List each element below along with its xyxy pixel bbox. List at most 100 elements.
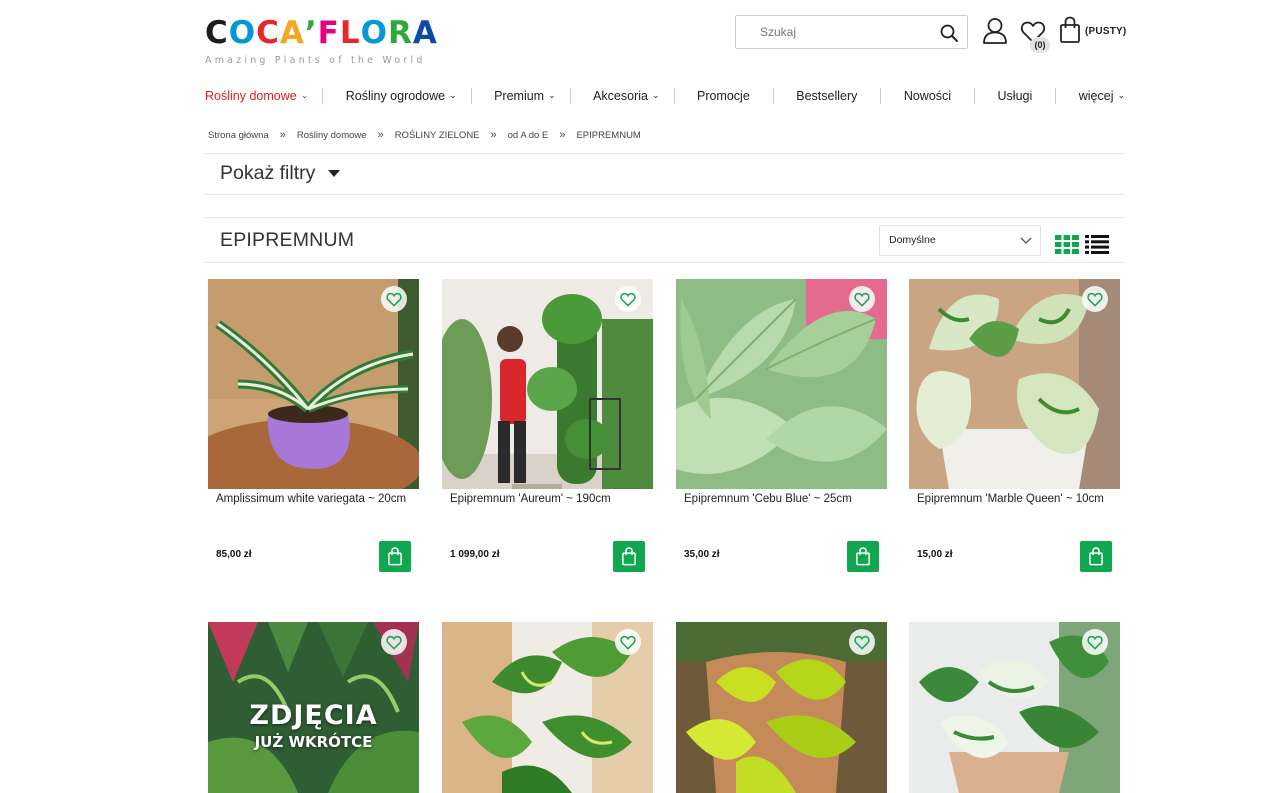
logo-letter: L (339, 15, 361, 51)
breadcrumb-separator: » (279, 129, 286, 141)
heart-icon (854, 292, 870, 307)
product-name[interactable]: Epipremnum 'Aureum' ~ 190cm (450, 493, 611, 505)
logo-letter: R (387, 15, 413, 51)
show-filters-toggle[interactable]: Pokaż filtry (220, 162, 341, 185)
heart-icon (854, 635, 870, 650)
add-to-wishlist-button[interactable] (381, 286, 407, 312)
grid-view-icon[interactable] (1055, 235, 1079, 254)
product-name[interactable]: Epipremnum 'Marble Queen' ~ 10cm (917, 493, 1104, 505)
breadcrumb-link[interactable]: Strona główna (208, 130, 269, 141)
sort-select-value: Domyślne (889, 234, 936, 246)
logo-letter: C (256, 15, 280, 51)
list-view-icon[interactable] (1085, 235, 1109, 254)
nav-item-rosliny-domowe[interactable]: Rośliny domowe ⌄ (205, 89, 308, 103)
user-account-icon[interactable] (982, 17, 1008, 45)
nav-item-label: Usługi (997, 89, 1033, 103)
divider (205, 262, 1125, 263)
product-price: 85,00 zł (216, 549, 252, 560)
search-box (735, 15, 968, 49)
nav-item-premium[interactable]: Premium ⌄ (494, 89, 556, 103)
add-to-wishlist-button[interactable] (849, 286, 875, 312)
wishlist-count-badge: (0) (1030, 37, 1050, 53)
nav-item-akcesoria[interactable]: Akcesoria ⌄ (593, 89, 659, 103)
product-name[interactable]: Epipremnum 'Cebu Blue' ~ 25cm (684, 493, 852, 505)
nav-item-wiecej[interactable]: więcej ⌄ (1079, 89, 1125, 103)
cart-bag-icon (622, 547, 636, 566)
breadcrumb-separator: » (490, 129, 497, 141)
chevron-down-icon: ⌄ (548, 89, 556, 100)
logo-letter: ’ (304, 15, 318, 51)
logo-letter: C (205, 15, 229, 51)
logo-wordmark: COCA’FLORA (205, 15, 437, 51)
heart-icon (620, 292, 636, 307)
product-price: 15,00 zł (917, 549, 953, 560)
product-name[interactable]: Amplissimum white variegata ~ 20cm (216, 493, 406, 505)
add-to-wishlist-button[interactable] (615, 629, 641, 655)
logo-letter: A (279, 15, 305, 51)
add-to-cart-button[interactable] (613, 541, 645, 572)
search-icon[interactable] (939, 23, 959, 43)
nav-item-label: Premium (494, 89, 545, 103)
chevron-down-icon (1020, 237, 1032, 244)
nav-item-label: więcej (1078, 89, 1114, 103)
chevron-down-icon: ⌄ (300, 89, 309, 100)
add-to-wishlist-button[interactable] (1082, 286, 1108, 312)
logo-letter: O (360, 15, 388, 51)
heart-icon (386, 292, 402, 307)
logo-letter: A (412, 15, 438, 51)
nav-item-uslugi[interactable]: Usługi (998, 89, 1033, 103)
divider (205, 153, 1125, 154)
chevron-down-icon: ⌄ (651, 89, 660, 100)
coming-soon-title: ZDJĘCIA (249, 700, 378, 731)
heart-icon (620, 635, 636, 650)
nav-item-label: Promocje (696, 89, 750, 103)
add-to-wishlist-button[interactable] (381, 629, 407, 655)
breadcrumb-link[interactable]: ROŚLINY ZIELONE (395, 130, 480, 141)
nav-item-label: Bestsellery (796, 89, 858, 103)
logo-tagline: Amazing Plants of the World (205, 55, 426, 66)
sort-select[interactable]: Domyślne (879, 225, 1041, 256)
add-to-cart-button[interactable] (847, 541, 879, 572)
coming-soon-subtitle: JUŻ WKRÓTCE (254, 733, 373, 751)
breadcrumb-separator: » (559, 129, 566, 141)
breadcrumb-link[interactable]: Rośliny domowe (297, 130, 367, 141)
breadcrumb: Strona główna » Rośliny domowe » ROŚLINY… (208, 129, 641, 141)
heart-icon (1087, 635, 1103, 650)
nav-item-label: Rośliny ogrodowe (345, 89, 446, 103)
breadcrumb-separator: » (377, 129, 384, 141)
add-to-cart-button[interactable] (1080, 541, 1112, 572)
photos-coming-soon-overlay: ZDJĘCIA JUŻ WKRÓTCE (208, 700, 419, 751)
breadcrumb-link[interactable]: od A do E (508, 130, 549, 141)
nav-item-bestsellery[interactable]: Bestsellery (796, 89, 857, 103)
caret-down-icon (328, 170, 341, 177)
heart-icon (1087, 292, 1103, 307)
show-filters-label: Pokaż filtry (220, 162, 316, 184)
divider (205, 194, 1125, 195)
site-logo[interactable]: COCA’FLORA Amazing Plants of the World (205, 15, 437, 68)
product-price: 1 099,00 zł (450, 549, 500, 560)
category-title: EPIPREMNUM (220, 229, 355, 251)
add-to-cart-button[interactable] (379, 541, 411, 572)
add-to-wishlist-button[interactable] (1082, 629, 1108, 655)
nav-item-label: Rośliny domowe (205, 89, 297, 103)
breadcrumb-current: EPIPREMNUM (576, 129, 641, 141)
nav-item-rosliny-ogrodowe[interactable]: Rośliny ogrodowe ⌄ (346, 89, 457, 103)
add-to-wishlist-button[interactable] (849, 629, 875, 655)
chevron-down-icon: ⌄ (449, 89, 457, 100)
cart-bag-icon (856, 547, 870, 566)
divider (205, 217, 1125, 218)
add-to-wishlist-button[interactable] (615, 286, 641, 312)
logo-letter: F (317, 15, 340, 51)
cart-bag-icon (388, 547, 402, 566)
heart-icon (386, 635, 402, 650)
nav-item-nowosci[interactable]: Nowości (904, 89, 951, 103)
nav-item-promocje[interactable]: Promocje (697, 89, 750, 103)
nav-item-label: Akcesoria (593, 89, 648, 103)
nav-item-label: Nowości (903, 89, 952, 103)
main-navigation: Rośliny domowe ⌄ Rośliny ogrodowe ⌄ Premiu… (205, 84, 1125, 108)
chevron-down-icon: ⌄ (1117, 89, 1126, 100)
cart-bag-icon[interactable] (1059, 16, 1081, 44)
cart-status-label[interactable]: (PUSTY) (1085, 26, 1126, 37)
cart-bag-icon (1089, 547, 1103, 566)
search-input[interactable] (736, 17, 931, 47)
